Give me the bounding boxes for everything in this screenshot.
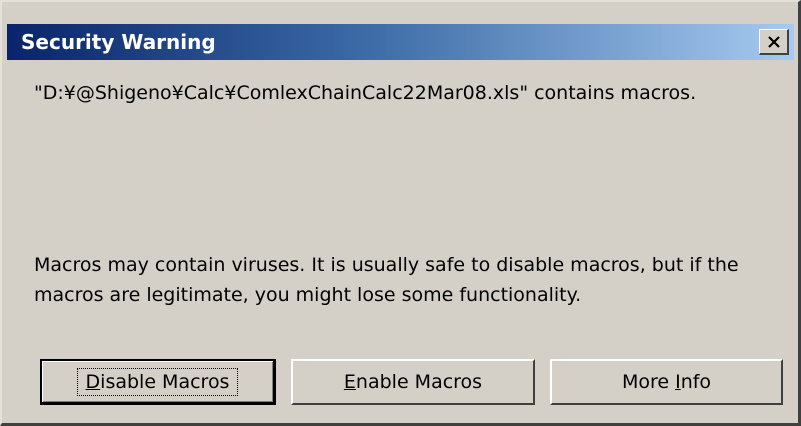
security-warning-dialog: Security Warning "D:¥@Shigeno¥Calc¥Comle… bbox=[0, 0, 801, 426]
disable-macros-label: Disable Macros bbox=[76, 367, 239, 396]
virus-warning-text: Macros may contain viruses. It is usuall… bbox=[34, 254, 739, 306]
title-bar[interactable]: Security Warning bbox=[7, 24, 794, 60]
enable-macros-button[interactable]: Enable Macros bbox=[291, 359, 535, 405]
enable-macros-label: Enable Macros bbox=[343, 371, 483, 393]
close-button[interactable] bbox=[759, 29, 789, 55]
disable-macros-button[interactable]: Disable Macros bbox=[40, 359, 276, 405]
more-info-button[interactable]: More Info bbox=[550, 359, 783, 405]
more-info-label: More Info bbox=[621, 371, 712, 393]
dialog-title: Security Warning bbox=[21, 30, 216, 54]
macro-file-message: "D:¥@Shigeno¥Calc¥ComlexChainCalc22Mar08… bbox=[34, 82, 697, 104]
close-icon bbox=[767, 35, 781, 48]
